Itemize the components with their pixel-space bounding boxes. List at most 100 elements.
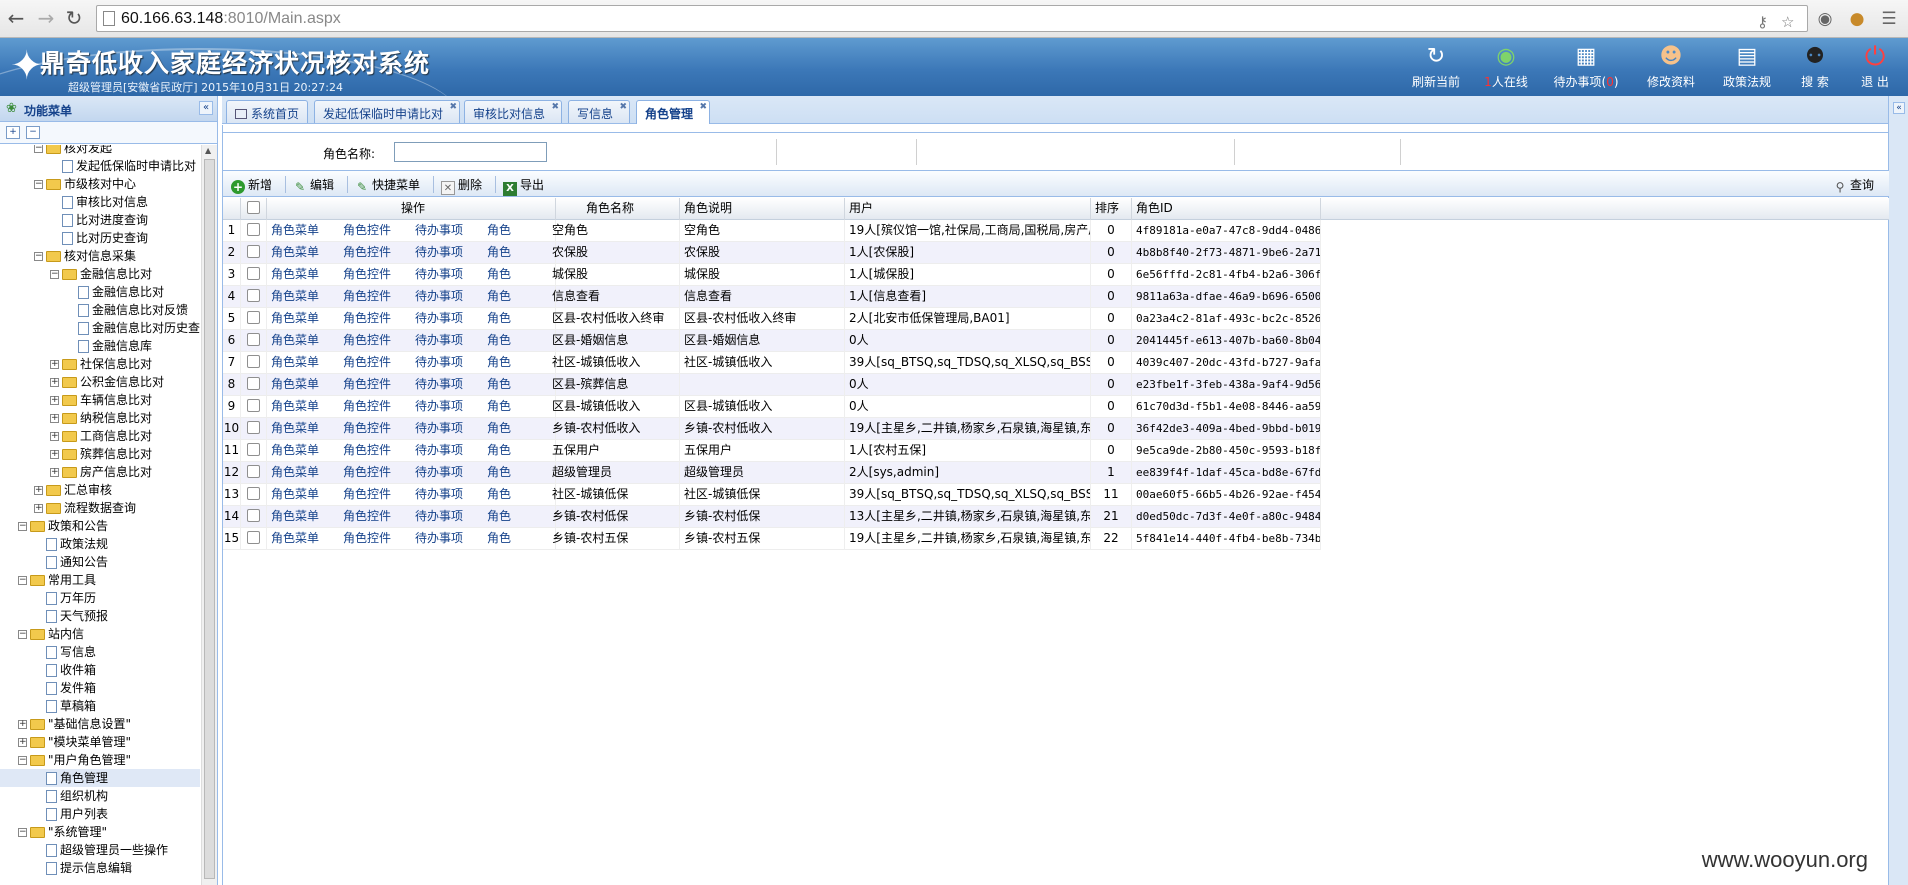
row-checkbox[interactable] bbox=[247, 421, 260, 434]
role-menu-link[interactable]: 角色菜单 bbox=[271, 528, 319, 549]
expand-toggle-icon[interactable]: + bbox=[50, 450, 59, 459]
expand-toggle-icon[interactable]: + bbox=[50, 432, 59, 441]
row-checkbox-cell[interactable] bbox=[241, 528, 267, 550]
address-bar[interactable]: 60.166.63.148:8010/Main.aspx ⚷ ☆ bbox=[96, 5, 1808, 32]
table-row[interactable]: 12 角色菜单 角色控件 待办事项 角色 超级管理员 超级管理员 2人[sys,admin] 1… bbox=[223, 462, 1321, 484]
delete-button[interactable]: ✕ 删除 bbox=[441, 176, 482, 195]
tree-item[interactable]: 比对历史查询 bbox=[0, 229, 200, 247]
todo-items-link[interactable]: 待办事项 bbox=[415, 528, 463, 549]
tree-folder[interactable]: − 核对信息采集 bbox=[0, 247, 200, 265]
row-checkbox[interactable] bbox=[247, 311, 260, 324]
role-controls-link[interactable]: 角色控件 bbox=[343, 374, 391, 395]
tree-item[interactable]: 组织机构 bbox=[0, 787, 200, 805]
select-all-checkbox[interactable] bbox=[247, 201, 260, 214]
role-link[interactable]: 角色 bbox=[487, 330, 511, 351]
expand-toggle-icon[interactable]: + bbox=[50, 360, 59, 369]
expand-toggle-icon[interactable]: + bbox=[50, 378, 59, 387]
tab-close-icon[interactable]: ✖ bbox=[449, 102, 457, 112]
refresh-button[interactable]: ↻ 刷新当前 bbox=[1406, 42, 1466, 94]
row-checkbox-cell[interactable] bbox=[241, 330, 267, 352]
query-button[interactable]: ⚲ 查询 bbox=[1833, 176, 1874, 194]
tab-close-icon[interactable]: ✖ bbox=[551, 102, 559, 112]
todo-items-link[interactable]: 待办事项 bbox=[415, 396, 463, 417]
table-row[interactable]: 11 角色菜单 角色控件 待办事项 角色 五保用户 五保用户 1人[农村五保] 0 9e5ca9d… bbox=[223, 440, 1321, 462]
tab-home[interactable]: 系统首页 bbox=[226, 100, 309, 123]
row-checkbox[interactable] bbox=[247, 245, 260, 258]
expand-toggle-icon[interactable]: + bbox=[50, 414, 59, 423]
todo-items-link[interactable]: 待办事项 bbox=[415, 462, 463, 483]
browser-menu-icon[interactable]: ☰ bbox=[1878, 8, 1900, 30]
extension-globe-icon[interactable]: ◉ bbox=[1814, 8, 1836, 30]
expand-toggle-icon[interactable]: + bbox=[34, 486, 43, 495]
tree-item[interactable]: 通知公告 bbox=[0, 553, 200, 571]
tree-item[interactable]: 角色管理 bbox=[0, 769, 200, 787]
tree-item[interactable]: 天气预报 bbox=[0, 607, 200, 625]
role-name-input[interactable] bbox=[394, 142, 547, 162]
row-checkbox-cell[interactable] bbox=[241, 462, 267, 484]
row-checkbox[interactable] bbox=[247, 399, 260, 412]
collapse-toggle-icon[interactable]: − bbox=[18, 756, 27, 765]
expand-toggle-icon[interactable]: + bbox=[18, 720, 27, 729]
tree-scrollbar[interactable]: ▲ bbox=[201, 145, 217, 885]
policy-button[interactable]: ▤ 政策法规 bbox=[1716, 42, 1778, 94]
scrollbar-thumb[interactable] bbox=[204, 159, 215, 879]
tree-folder[interactable]: + 房产信息比对 bbox=[0, 463, 200, 481]
row-checkbox[interactable] bbox=[247, 531, 260, 544]
row-checkbox[interactable] bbox=[247, 289, 260, 302]
role-menu-link[interactable]: 角色菜单 bbox=[271, 264, 319, 285]
tree-folder[interactable]: − 市级核对中心 bbox=[0, 175, 200, 193]
row-checkbox[interactable] bbox=[247, 465, 260, 478]
tree-item[interactable]: 金融信息比对历史查 bbox=[0, 319, 200, 337]
collapse-left-icon[interactable]: « bbox=[199, 101, 213, 115]
forward-arrow-icon[interactable]: → bbox=[34, 6, 58, 30]
row-checkbox-cell[interactable] bbox=[241, 352, 267, 374]
edit-button[interactable]: ✎ 编辑 bbox=[293, 176, 334, 194]
role-link[interactable]: 角色 bbox=[487, 242, 511, 263]
edit-profile-button[interactable]: ☻ 修改资料 bbox=[1640, 42, 1702, 94]
tree-item[interactable]: 用户列表 bbox=[0, 805, 200, 823]
todo-items-link[interactable]: 待办事项 bbox=[415, 264, 463, 285]
row-checkbox[interactable] bbox=[247, 355, 260, 368]
tree-item[interactable]: 万年历 bbox=[0, 589, 200, 607]
role-controls-link[interactable]: 角色控件 bbox=[343, 286, 391, 307]
reload-icon[interactable]: ↻ bbox=[62, 6, 86, 30]
tree-item[interactable]: 发起低保临时申请比对 bbox=[0, 157, 200, 175]
role-menu-link[interactable]: 角色菜单 bbox=[271, 330, 319, 351]
row-checkbox-cell[interactable] bbox=[241, 396, 267, 418]
row-checkbox-cell[interactable] bbox=[241, 264, 267, 286]
role-link[interactable]: 角色 bbox=[487, 286, 511, 307]
collapse-toggle-icon[interactable]: − bbox=[34, 180, 43, 189]
tree-item[interactable]: 审核比对信息 bbox=[0, 193, 200, 211]
row-checkbox[interactable] bbox=[247, 333, 260, 346]
tree-folder[interactable]: + 纳税信息比对 bbox=[0, 409, 200, 427]
role-controls-link[interactable]: 角色控件 bbox=[343, 242, 391, 263]
role-link[interactable]: 角色 bbox=[487, 528, 511, 549]
todo-items-link[interactable]: 待办事项 bbox=[415, 308, 463, 329]
tree-folder[interactable]: + 殡葬信息比对 bbox=[0, 445, 200, 463]
role-menu-link[interactable]: 角色菜单 bbox=[271, 286, 319, 307]
tree-item[interactable]: 草稿箱 bbox=[0, 697, 200, 715]
todo-items-link[interactable]: 待办事项 bbox=[415, 374, 463, 395]
role-menu-link[interactable]: 角色菜单 bbox=[271, 396, 319, 417]
role-menu-link[interactable]: 角色菜单 bbox=[271, 242, 319, 263]
role-menu-link[interactable]: 角色菜单 bbox=[271, 352, 319, 373]
scroll-up-icon[interactable]: ▲ bbox=[205, 146, 211, 155]
collapse-toggle-icon[interactable]: − bbox=[18, 828, 27, 837]
row-checkbox[interactable] bbox=[247, 377, 260, 390]
collapse-all-icon[interactable]: − bbox=[26, 126, 40, 139]
collapse-toggle-icon[interactable]: − bbox=[34, 252, 43, 261]
table-row[interactable]: 2 角色菜单 角色控件 待办事项 角色 农保股 农保股 1人[农保股] 0 4b8b8f40-2f… bbox=[223, 242, 1321, 264]
role-menu-link[interactable]: 角色菜单 bbox=[271, 418, 319, 439]
role-controls-link[interactable]: 角色控件 bbox=[343, 220, 391, 241]
role-link[interactable]: 角色 bbox=[487, 396, 511, 417]
tree-folder[interactable]: + 工商信息比对 bbox=[0, 427, 200, 445]
tab-audit-compare[interactable]: 审核比对信息 ✖ bbox=[464, 100, 563, 123]
quick-menu-button[interactable]: ✎ 快捷菜单 bbox=[355, 176, 420, 194]
row-checkbox-cell[interactable] bbox=[241, 286, 267, 308]
role-controls-link[interactable]: 角色控件 bbox=[343, 396, 391, 417]
tree-folder[interactable]: + 车辆信息比对 bbox=[0, 391, 200, 409]
role-menu-link[interactable]: 角色菜单 bbox=[271, 462, 319, 483]
tree-folder[interactable]: − "系统管理" bbox=[0, 823, 200, 841]
role-menu-link[interactable]: 角色菜单 bbox=[271, 440, 319, 461]
row-checkbox-cell[interactable] bbox=[241, 242, 267, 264]
